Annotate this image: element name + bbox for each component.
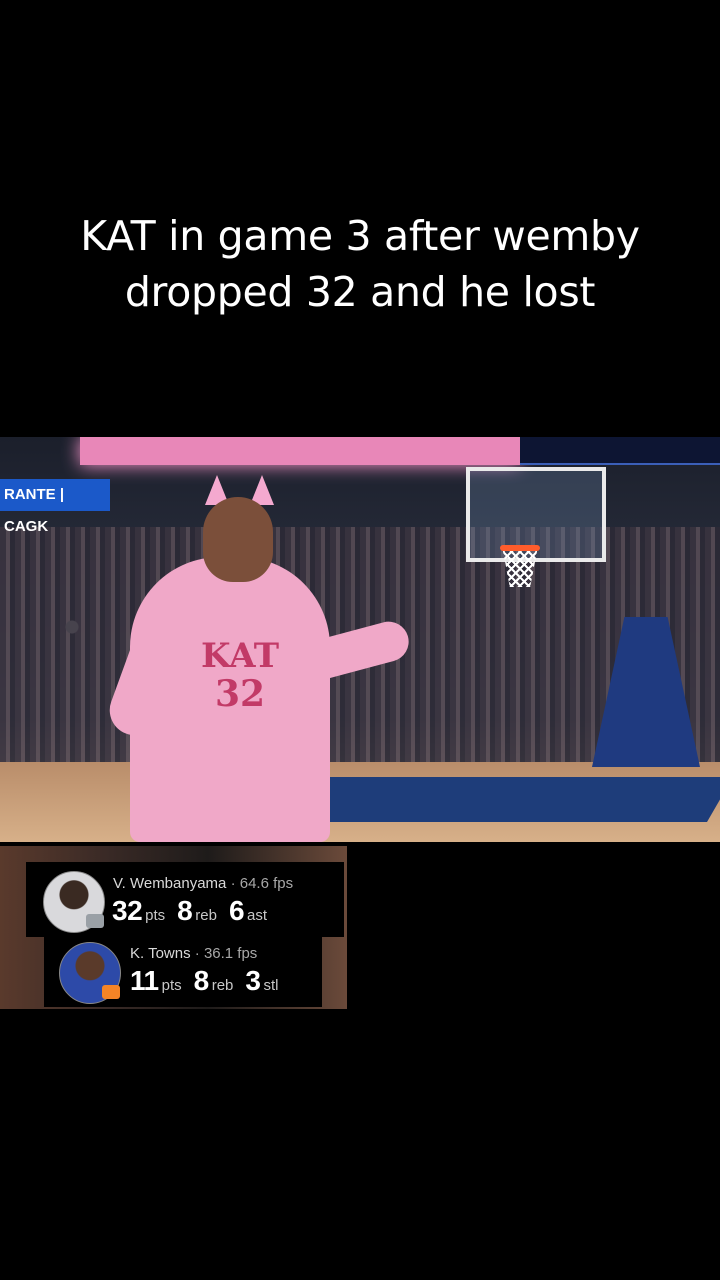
knicks-logo-icon — [102, 985, 120, 999]
player-stat-card: K. Towns · 36.1 fps 11 pts 8 reb 3 stl — [44, 937, 322, 1007]
player-stat-row: 32 pts 8 reb 6 ast — [112, 895, 279, 927]
player-name: V. Wembanyama — [113, 875, 227, 892]
stat-unit: pts — [145, 907, 166, 924]
stat-unit: ast — [247, 907, 268, 924]
video-caption: KAT in game 3 after wemby dropped 32 and… — [0, 208, 720, 320]
arena-image: RANTE | CAGK KAT 32 — [0, 437, 720, 842]
stat-unit: pts — [161, 977, 182, 994]
stat-value: 8 — [177, 895, 193, 926]
player-fps: 64.6 fps — [239, 875, 294, 892]
caption-line-2: dropped 32 and he lost — [124, 268, 596, 316]
court-paint — [267, 777, 720, 822]
jersey-lettering: KAT 32 — [195, 637, 285, 713]
player-name-line: K. Towns · 36.1 fps — [130, 945, 257, 962]
player-name: K. Towns — [130, 945, 191, 962]
stat-value: 11 — [130, 965, 159, 996]
separator-dot: · — [230, 875, 236, 892]
spurs-logo-icon — [86, 914, 104, 928]
stat-unit: reb — [211, 977, 234, 994]
stat-unit: reb — [195, 907, 217, 924]
arena-banner — [80, 437, 520, 465]
caption-line-1: KAT in game 3 after wemby — [80, 212, 640, 260]
player-fps: 36.1 fps — [203, 945, 258, 962]
player-stat-card: V. Wembanyama · 64.6 fps 32 pts 8 reb 6 ast — [26, 862, 344, 937]
separator-dot: · — [194, 945, 200, 962]
jersey-name: KAT — [201, 636, 279, 676]
stat-value: 6 — [228, 895, 245, 926]
stat-value: 3 — [245, 965, 261, 996]
scoreboard — [520, 437, 720, 465]
stat-value: 32 — [112, 895, 143, 926]
player-name-line: V. Wembanyama · 64.6 fps — [113, 875, 293, 892]
player-head — [203, 497, 273, 582]
stat-value: 8 — [193, 965, 210, 996]
player-stat-row: 11 pts 8 reb 3 stl — [130, 965, 290, 997]
hoop-rim — [500, 545, 540, 551]
jersey-number: 32 — [214, 673, 266, 715]
courtside-ad: RANTE | CAGK — [0, 479, 110, 535]
stat-unit: stl — [263, 977, 279, 994]
